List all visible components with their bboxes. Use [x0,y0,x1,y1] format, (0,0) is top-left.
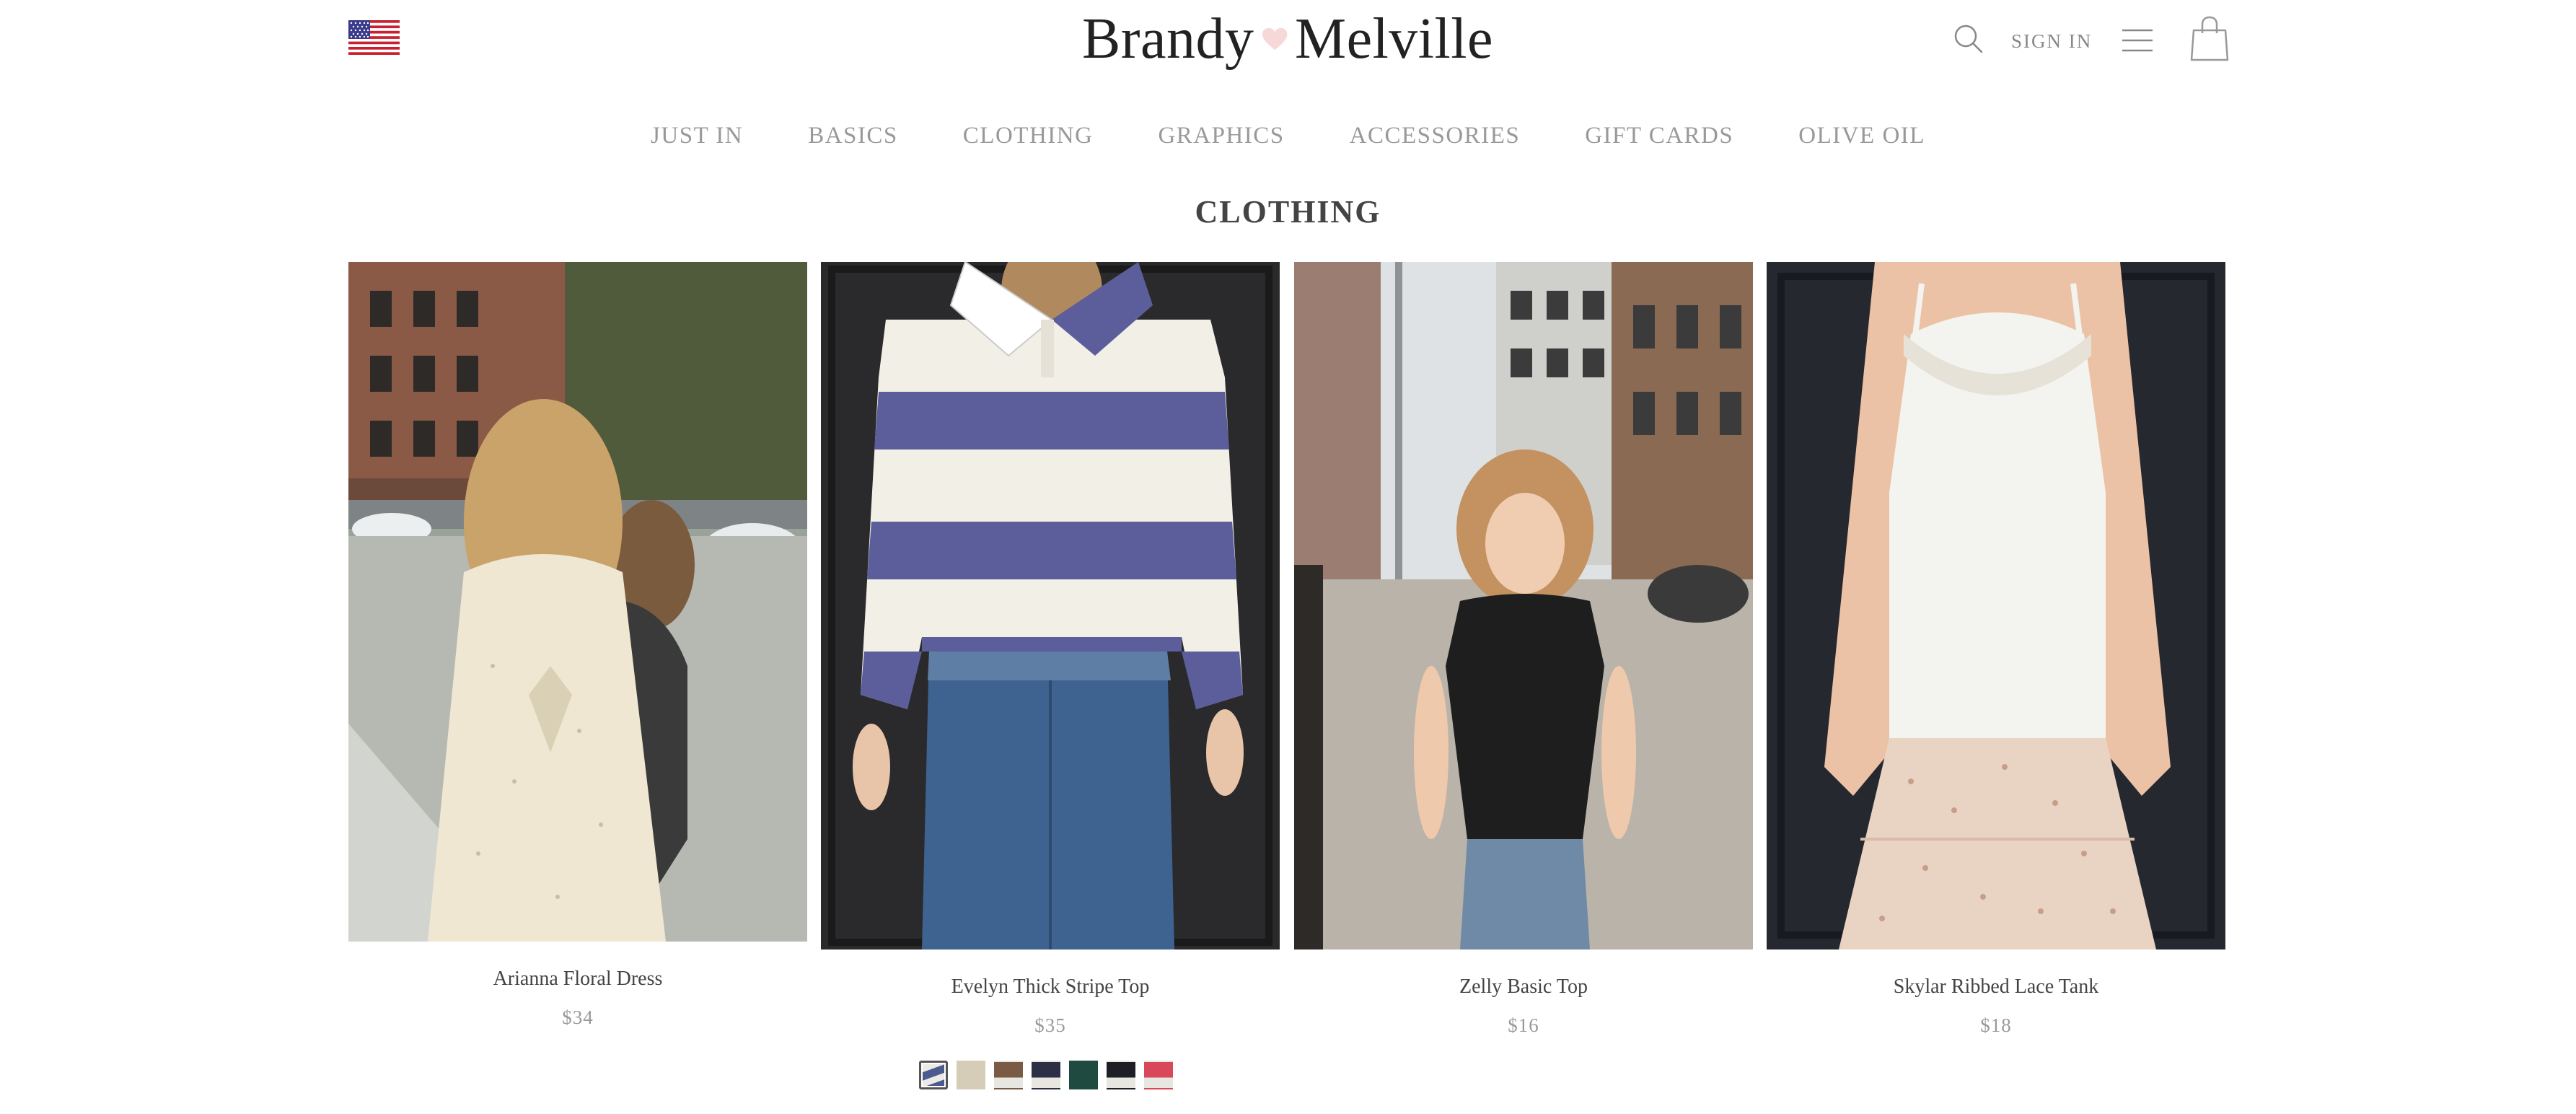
product-image[interactable] [348,262,807,942]
product-name[interactable]: Skylar Ribbed Lace Tank [1767,975,2225,999]
nav-item-accessories[interactable]: ACCESSORIES [1350,115,1521,156]
color-swatch[interactable] [1069,1061,1098,1089]
nav-item-graphics[interactable]: GRAPHICS [1158,115,1284,156]
shopping-bag-icon[interactable] [2189,16,2230,62]
color-swatch[interactable] [1107,1061,1135,1089]
nav-item-clothing[interactable]: CLOTHING [963,115,1094,156]
product-name[interactable]: Evelyn Thick Stripe Top [821,975,1280,999]
product-card: Zelly Basic Top $16 [1294,262,1753,1037]
product-price: $34 [562,1006,594,1028]
product-image[interactable] [1294,262,1753,949]
product-name[interactable]: Arianna Floral Dress [348,968,807,991]
main-navigation: JUST IN BASICS CLOTHING GRAPHICS ACCESSO… [0,115,2576,156]
color-swatch[interactable] [994,1061,1023,1089]
nav-item-just-in[interactable]: JUST IN [651,115,743,156]
sign-in-link[interactable]: SIGN IN [2011,30,2092,53]
product-card: Arianna Floral Dress $34 [348,262,807,1029]
product-card: Skylar Ribbed Lace Tank $18 [1767,262,2225,1037]
product-name[interactable]: Zelly Basic Top [1294,975,1753,999]
hamburger-menu-icon[interactable] [2121,26,2154,55]
color-swatch[interactable] [1144,1061,1173,1089]
nav-item-olive-oil[interactable]: OLIVE OIL [1798,115,1925,156]
brand-logo[interactable]: Brandy Melville [1082,4,1493,74]
product-image[interactable] [821,262,1280,949]
nav-item-gift-cards[interactable]: GIFT CARDS [1585,115,1733,156]
search-icon[interactable] [1951,22,1986,56]
color-swatches [919,1061,1173,1089]
logo-text-right: Melville [1294,6,1493,71]
color-swatch[interactable] [1032,1061,1060,1089]
site-header: Brandy Melville SIGN IN [0,0,2576,79]
color-swatch[interactable] [957,1061,985,1089]
us-flag-icon[interactable] [348,20,400,55]
product-card: Evelyn Thick Stripe Top $35 [821,262,1280,1037]
product-price: $16 [1508,1014,1539,1036]
product-image[interactable] [1767,262,2225,949]
product-price: $35 [1034,1014,1066,1036]
nav-item-basics[interactable]: BASICS [808,115,898,156]
color-swatch[interactable] [919,1061,948,1089]
logo-text-left: Brandy [1082,6,1254,71]
page-title: CLOTHING [1195,194,1381,229]
product-price: $18 [1980,1014,2012,1036]
heart-icon [1262,27,1287,51]
